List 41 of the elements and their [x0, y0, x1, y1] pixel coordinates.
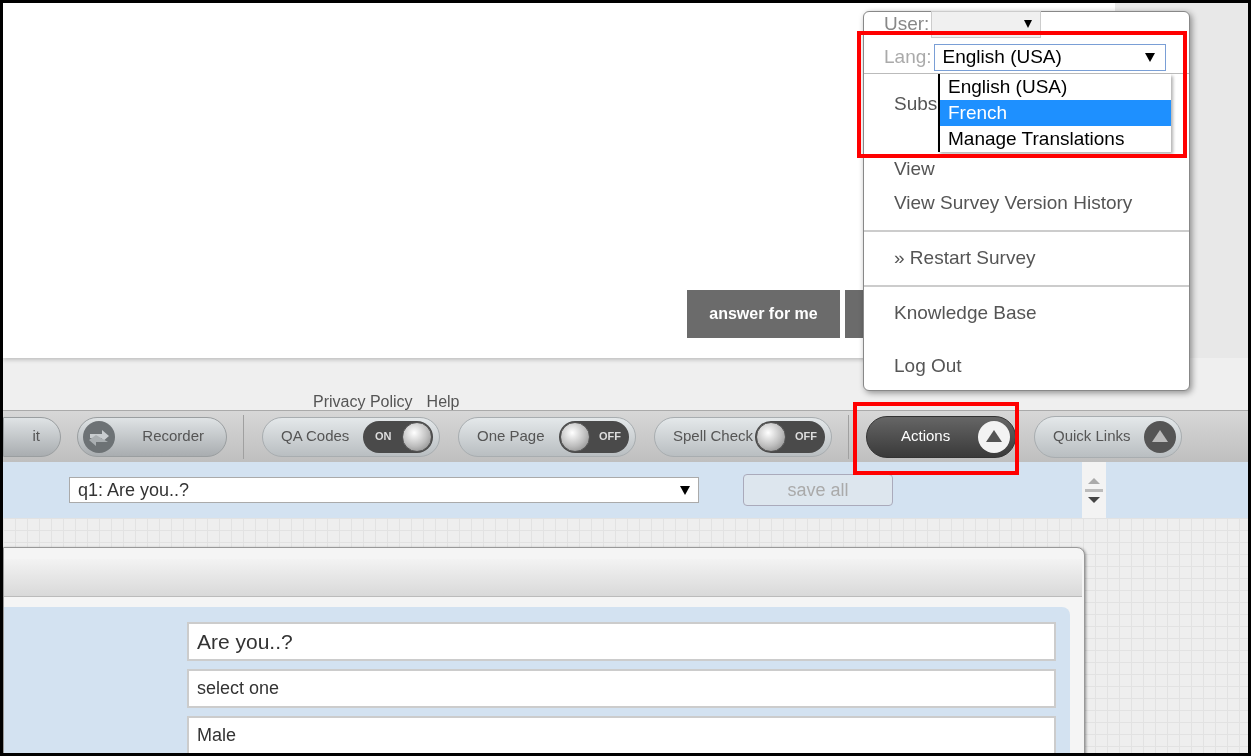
menu-button[interactable]: Actions [866, 415, 1016, 458]
text-field[interactable]: select one [187, 669, 1056, 708]
lang-select[interactable]: English (USA) [933, 44, 1166, 71]
toggle-switch[interactable]: OFF [559, 420, 629, 453]
toggle-control[interactable]: QA Codes ON [262, 416, 440, 457]
lang-option[interactable]: English (USA) [940, 74, 1171, 100]
dropdown-arrow-icon [1024, 20, 1033, 28]
menu-item[interactable]: » Restart Survey [894, 247, 1036, 268]
footer-link[interactable]: Help [426, 390, 460, 410]
lang-option[interactable]: Manage Translations [940, 126, 1171, 152]
menu-item[interactable]: Log Out [894, 355, 962, 376]
menu-button[interactable]: Quick Links [1034, 415, 1182, 458]
menu-item[interactable]: View [894, 158, 935, 179]
toggle-state: OFF [599, 429, 621, 445]
scroll-arrows[interactable] [1082, 462, 1106, 518]
lang-label: Lang: [884, 45, 932, 70]
switch-knob-icon [402, 421, 432, 452]
menu-item[interactable]: Knowledge Base [894, 302, 1037, 323]
toggle-control[interactable]: Spell Check OFF [654, 416, 832, 457]
toggle-switch[interactable]: ON [363, 420, 433, 453]
menu-item[interactable]: Subs [894, 93, 938, 114]
menu-item[interactable]: View Survey Version History [894, 192, 1133, 213]
switch-knob-icon [756, 421, 786, 452]
text-field[interactable]: Male [187, 716, 1056, 753]
dropdown-arrow-icon [1144, 53, 1155, 62]
user-label: User: [884, 11, 930, 36]
toggle-state: OFF [795, 429, 817, 445]
switch-knob-icon [560, 421, 590, 452]
toggle-control[interactable]: One Page OFF [458, 416, 636, 457]
dropdown-arrow-icon [680, 485, 690, 495]
question-select[interactable]: q1: Are you..? [69, 477, 699, 503]
toolbar-button[interactable]: it [3, 416, 61, 457]
toggle-label: One Page [477, 426, 545, 447]
toggle-label: Spell Check [673, 426, 754, 447]
toolbar-button[interactable]: Recorder [77, 416, 227, 457]
text-field[interactable]: Are you..? [187, 622, 1056, 661]
answer-button[interactable]: answer for me [687, 290, 840, 338]
footer-link[interactable]: Privacy Policy [313, 390, 413, 410]
toggle-label: QA Codes [281, 426, 350, 447]
toggle-switch[interactable]: OFF [755, 420, 825, 453]
toggle-state: ON [375, 429, 392, 445]
